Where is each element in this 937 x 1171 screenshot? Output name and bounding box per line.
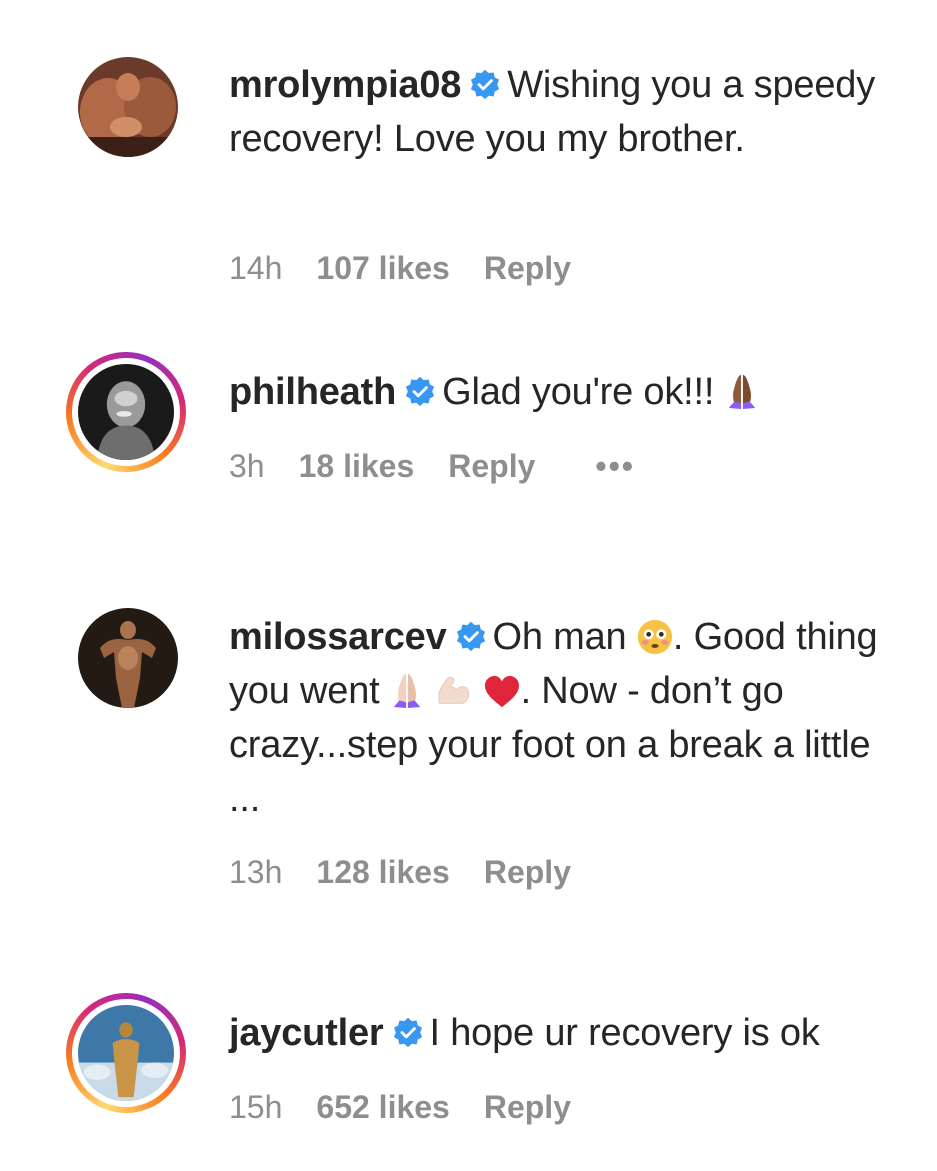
- comment-time[interactable]: 14h: [229, 250, 282, 286]
- reply-button[interactable]: Reply: [484, 854, 571, 890]
- comment-meta: 14h 107 likes Reply: [229, 250, 605, 287]
- profile-photo: [78, 57, 178, 157]
- verified-badge-icon: [469, 69, 501, 101]
- comment-time[interactable]: 3h: [229, 448, 265, 484]
- reply-button[interactable]: Reply: [484, 250, 571, 286]
- comment-text: Oh man: [492, 616, 637, 658]
- comment-body: philheath Glad you're ok!!!: [229, 365, 909, 419]
- avatar-jaycutler[interactable]: [66, 993, 186, 1113]
- reply-button[interactable]: Reply: [448, 448, 535, 484]
- folded-hands-icon: [725, 372, 759, 410]
- profile-photo: [78, 364, 174, 460]
- folded-hands-icon: [390, 671, 424, 709]
- reply-button[interactable]: Reply: [484, 1089, 571, 1125]
- profile-photo: [78, 608, 178, 708]
- comment-body: milossarcev Oh man . Good thing you went …: [229, 610, 909, 826]
- likes-count[interactable]: 652 likes: [316, 1089, 449, 1125]
- likes-count[interactable]: 107 likes: [316, 250, 449, 286]
- likes-count[interactable]: 18 likes: [299, 448, 415, 484]
- verified-badge-icon: [455, 621, 487, 653]
- comment-meta: 3h 18 likes Reply •••: [229, 448, 669, 485]
- comment-text: I hope ur recovery is ok: [429, 1012, 820, 1054]
- flexed-biceps-icon: [434, 671, 472, 709]
- username-link[interactable]: mrolympia08: [229, 64, 461, 106]
- comment-time[interactable]: 15h: [229, 1089, 282, 1125]
- avatar-mrolympia08[interactable]: [78, 57, 178, 157]
- comment-text: Glad you're ok!!!: [442, 371, 725, 413]
- comment-body: mrolympia08 Wishing you a speedy recovery…: [229, 58, 909, 166]
- comment-meta: 13h 128 likes Reply: [229, 854, 605, 891]
- username-link[interactable]: jaycutler: [229, 1012, 384, 1054]
- avatar-philheath[interactable]: [66, 352, 186, 472]
- username-link[interactable]: philheath: [229, 371, 396, 413]
- profile-photo: [78, 1005, 174, 1101]
- verified-badge-icon: [392, 1017, 424, 1049]
- red-heart-icon: [483, 675, 521, 709]
- comment-time[interactable]: 13h: [229, 854, 282, 890]
- flushed-face-icon: [637, 619, 673, 655]
- comment-body: jaycutler I hope ur recovery is ok: [229, 1006, 909, 1060]
- username-link[interactable]: milossarcev: [229, 616, 447, 658]
- more-options-icon[interactable]: •••: [595, 448, 635, 484]
- likes-count[interactable]: 128 likes: [316, 854, 449, 890]
- verified-badge-icon: [404, 376, 436, 408]
- avatar-milossarcev[interactable]: [78, 608, 178, 708]
- comment-meta: 15h 652 likes Reply: [229, 1089, 605, 1126]
